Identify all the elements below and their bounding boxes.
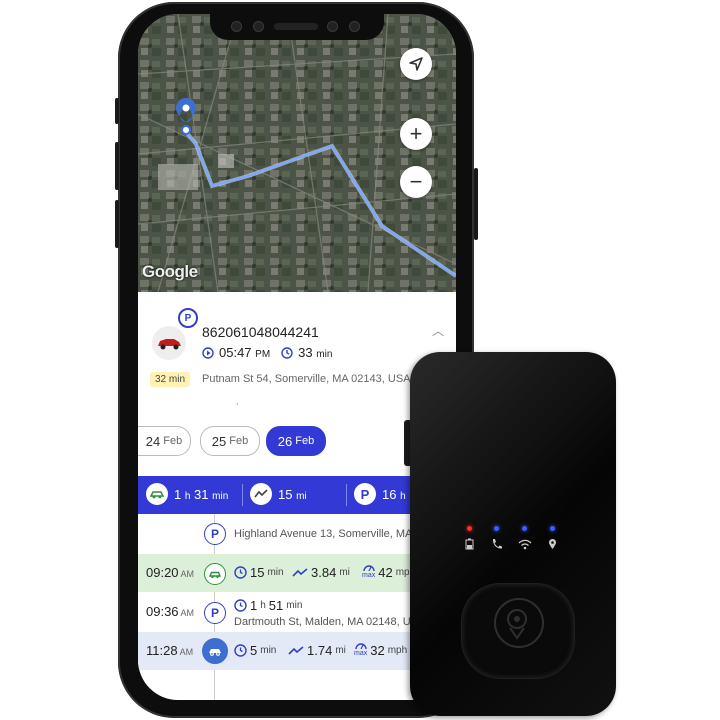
drive-time-stat: 1 h 31 min [146,483,228,505]
device-id: 862061048044241 [202,324,319,340]
front-camera [254,22,263,31]
clock-icon [234,644,247,657]
parked-duration-badge: 32 min [150,372,191,387]
start-time: 05:47 [219,345,252,360]
stop-time: 09:36 AM [146,604,195,619]
timeline-trip[interactable]: 11:28 AM 5 min 1.74 mi max 32 mph [138,632,456,670]
summary-divider [242,484,243,506]
zoom-out-button[interactable]: − [400,166,432,198]
summary-divider [346,484,347,506]
car-node-icon [204,563,226,585]
start-ampm: PM [255,349,271,360]
notch [210,14,384,40]
sensor-dot [232,22,241,31]
date-pill-25-feb[interactable]: 25 Feb [200,426,260,456]
sensor-dot [328,22,337,31]
earpiece-speaker [274,23,318,30]
play-circle-icon [202,346,214,359]
speedometer-icon: max [362,565,375,580]
locate-button[interactable] [400,48,432,80]
stop-duration: 1h 51 min [234,598,302,613]
navigate-icon [409,57,423,71]
car-node-icon [202,638,228,664]
location-logo-icon [494,598,544,648]
distance-trend-icon [250,483,272,505]
day-summary-bar: 1 h 31 min 15 mi P 16 h [138,476,456,514]
battery-led [467,526,472,531]
trip-duration: 33 [298,345,313,360]
collapse-chevron-icon[interactable]: ︿ [432,322,444,339]
gps-pin-icon [549,539,556,549]
distance-trend-icon [288,645,304,655]
trip-max-speed: max 32 mph [354,643,408,658]
wifi-icon [518,539,532,550]
zoom-in-button[interactable]: + [400,118,432,150]
date-pill-26-feb[interactable]: 26 Feb [266,426,326,456]
red-car-icon [158,339,181,350]
trip-duration: 5 min [234,643,276,658]
trip-distance: 3.84 mi [292,565,350,580]
trip-distance: 1.74 mi [288,643,346,658]
timeline-stop[interactable]: P Highland Avenue 13, Somerville, MA 021… [138,514,456,552]
car-icon [146,483,168,505]
vehicle-avatar [152,326,186,360]
stop-address: Dartmouth St, Malden, MA 02148, USA [234,616,426,628]
gps-led [550,526,555,531]
clock-icon [281,346,293,359]
parked-time-stat: P 16 h [354,483,406,505]
phone-icon [492,539,502,549]
trip-time: 11:28 AM [146,643,194,658]
device-info-card[interactable]: P 862061048044241 ︿ 05:47 PM 33 min 32 m… [138,292,456,416]
phone-power-button [474,168,478,240]
date-pill-24-feb[interactable]: 24 Feb [138,426,191,456]
map-view[interactable]: Google + − [138,14,456,292]
speedometer-icon: max [354,643,367,658]
sensor-dot [350,22,359,31]
trip-duration-unit: min [316,349,333,360]
parking-badge-icon: P [178,308,198,328]
clock-icon [234,599,247,612]
timeline-trip[interactable]: 09:20 AM 15 min 3.84 mi max 42 mph [138,554,456,592]
trip-duration: 15 min [234,565,284,580]
trip-time: 09:20 AM [146,565,195,580]
phone-volume-down [115,200,119,248]
parking-node-icon: P [204,523,226,545]
phone-volume-up [115,142,119,190]
phone-screen: Google + − P 862061048044241 ︿ 05:47 PM … [138,14,456,700]
battery-icon [465,538,474,550]
phone-side-button [115,98,119,124]
wifi-led [522,526,527,531]
distance-trend-icon [292,567,308,577]
device-address: Putnam St 54, Somerville, MA 02143, USA [202,373,411,385]
distance-stat: 15 mi [250,483,307,505]
call-led [494,526,499,531]
trip-start-row: 05:47 PM 33 min [202,345,332,360]
extra-mark: , [236,396,239,406]
parking-icon: P [354,483,376,505]
trip-max-speed: max 42 mph [362,565,416,580]
parking-node-icon: P [204,602,226,624]
clock-icon [234,566,247,579]
google-watermark: Google [142,262,198,281]
